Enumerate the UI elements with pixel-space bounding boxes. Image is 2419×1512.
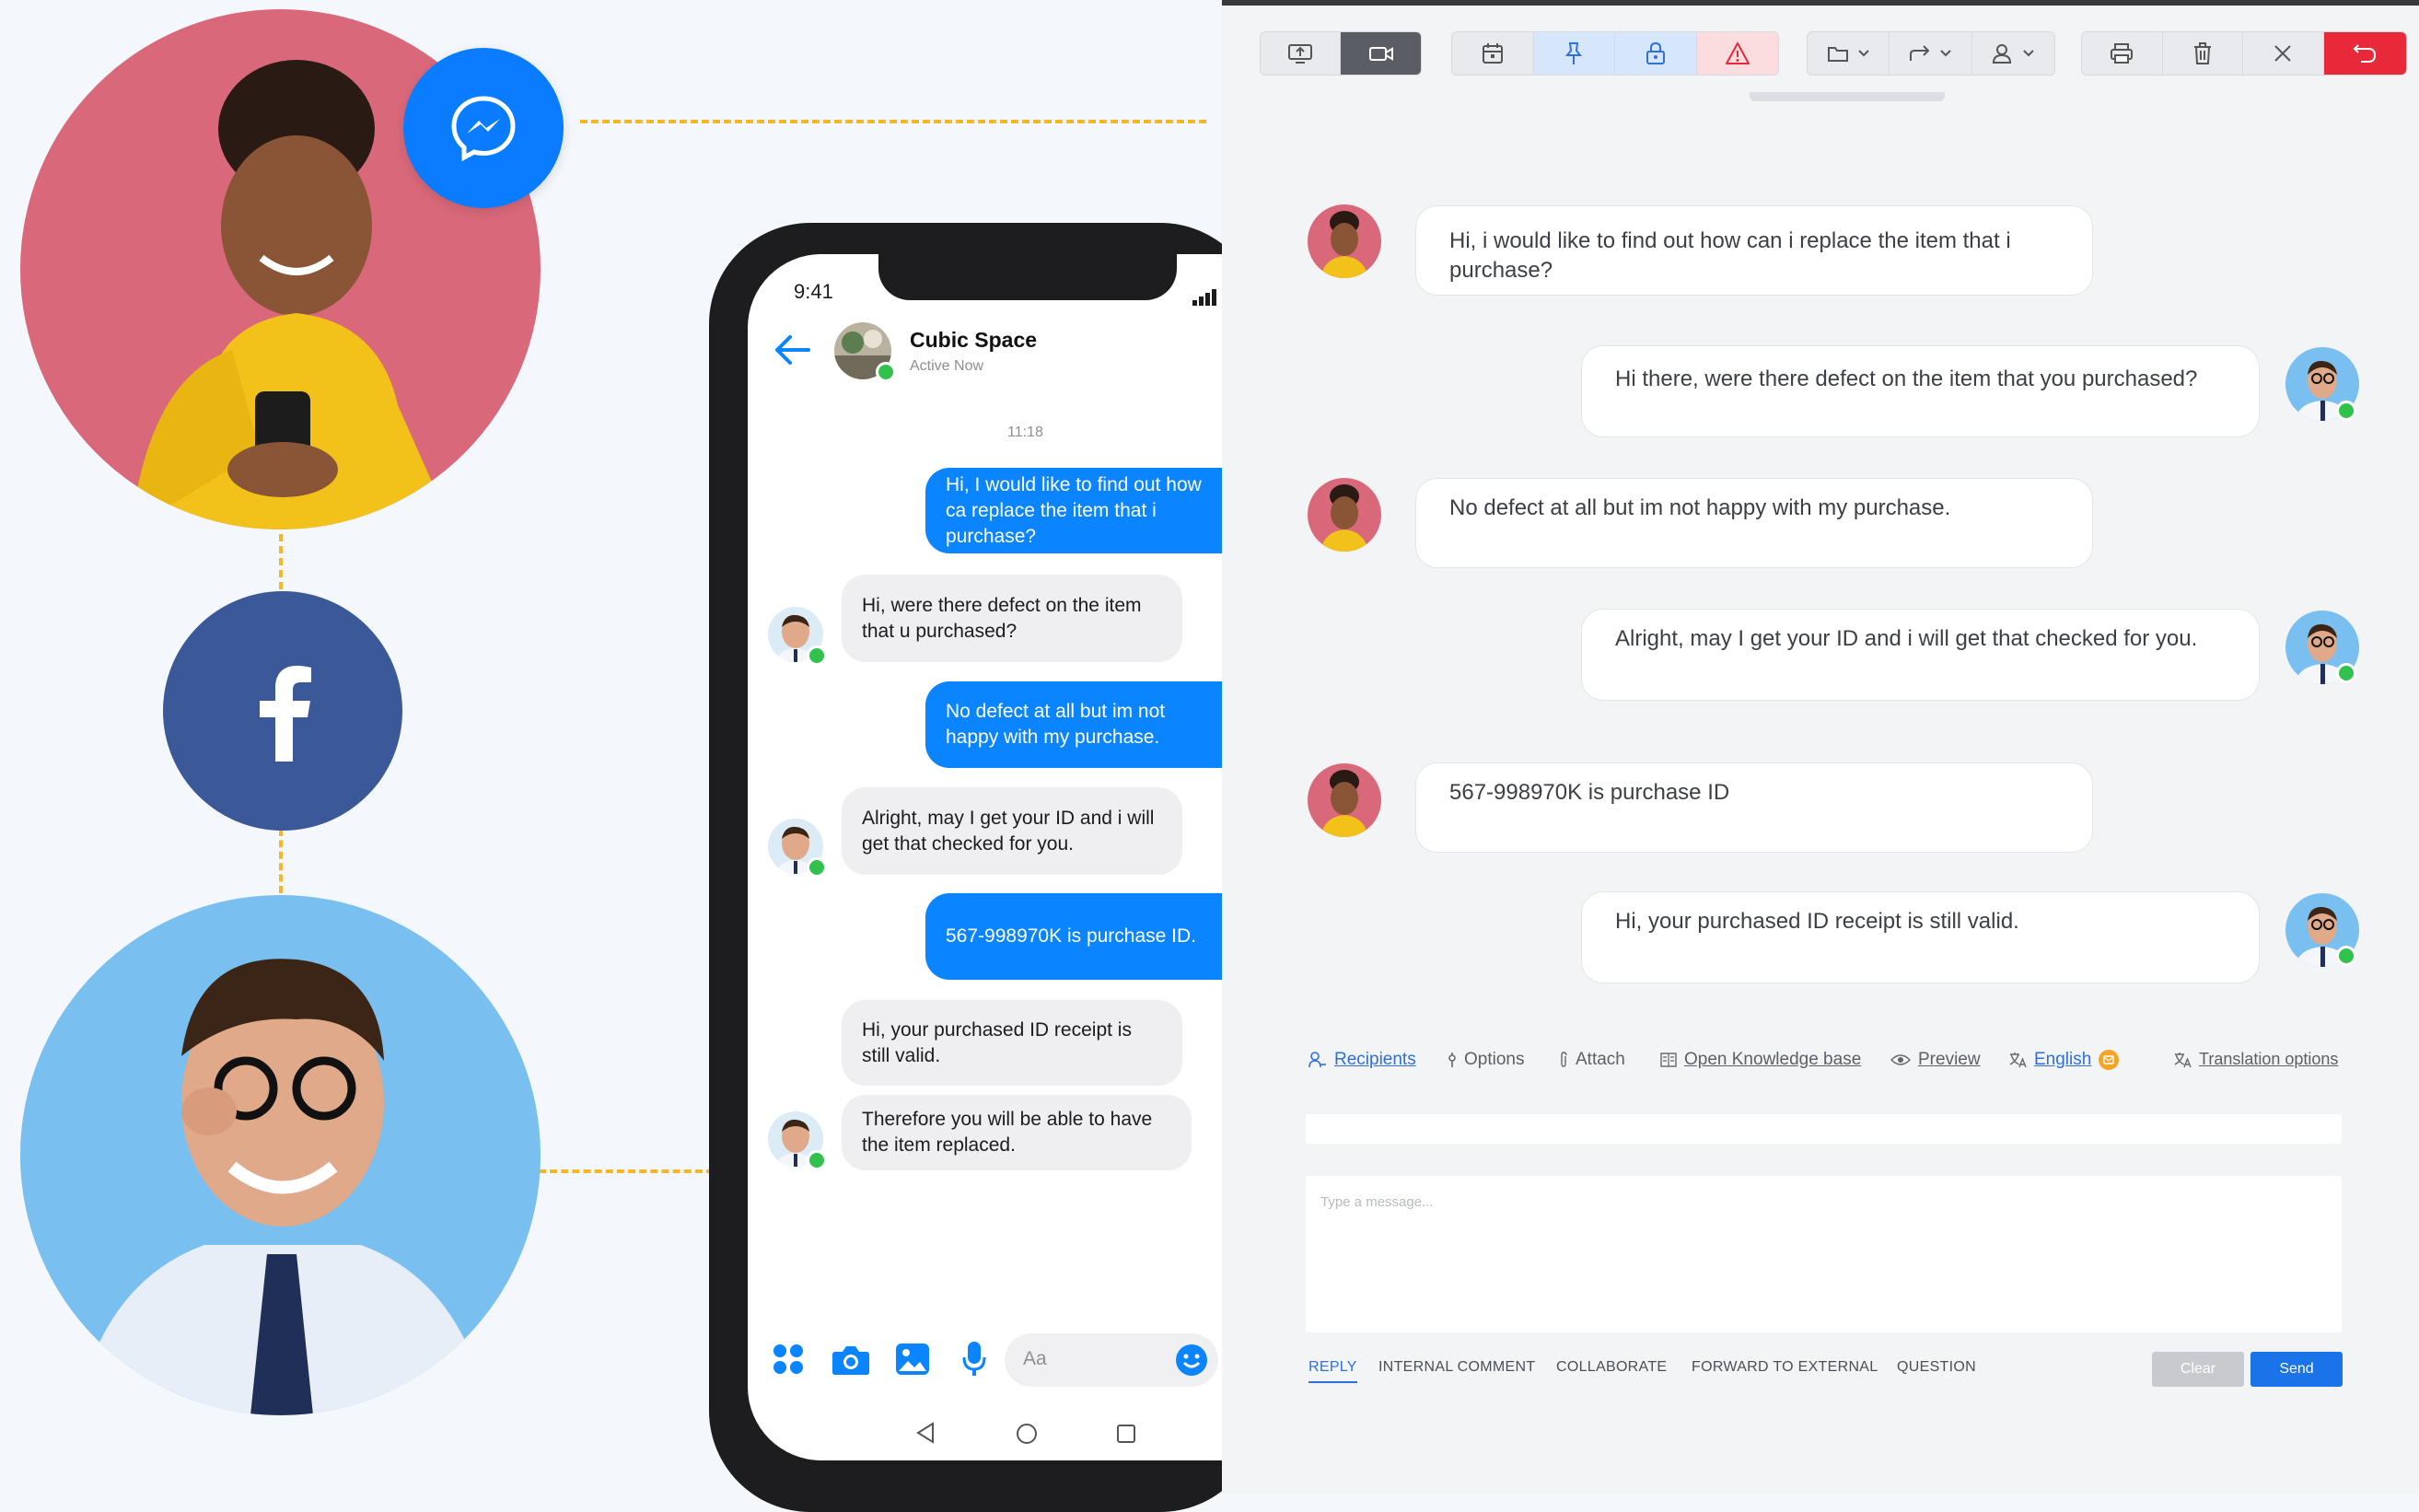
- clear-button[interactable]: Clear: [2152, 1352, 2244, 1387]
- tab-collaborate[interactable]: COLLABORATE: [1556, 1359, 1667, 1376]
- online-indicator: [807, 1150, 827, 1170]
- ticket-message-agent: Alright, may I get your ID and i will ge…: [1581, 609, 2260, 701]
- video-icon[interactable]: [1341, 32, 1421, 75]
- signal-icon: [1192, 289, 1218, 310]
- options-label: Options: [1464, 1050, 1525, 1069]
- recipients-icon: [1308, 1052, 1326, 1068]
- tab-forward-to-external[interactable]: FORWARD TO EXTERNAL: [1692, 1359, 1878, 1376]
- emoji-icon[interactable]: [1175, 1343, 1208, 1381]
- language-icon: [2009, 1053, 2027, 1068]
- phone-input-placeholder: Aa: [1023, 1348, 1047, 1369]
- tab-question[interactable]: QUESTION: [1897, 1359, 1976, 1376]
- knowledge-base-option[interactable]: Open Knowledge base: [1660, 1050, 1861, 1070]
- language-label: English: [2034, 1050, 2092, 1069]
- undo-icon[interactable]: [2323, 32, 2406, 75]
- customer-avatar: [1308, 478, 1381, 552]
- folder-icon[interactable]: [1808, 32, 1890, 75]
- send-button[interactable]: Send: [2250, 1352, 2343, 1387]
- camera-icon[interactable]: [832, 1343, 870, 1380]
- customer-avatar: [1308, 763, 1381, 837]
- microphone-icon[interactable]: [962, 1341, 986, 1382]
- connector-line: [539, 1169, 714, 1173]
- ticket-message-customer: 567-998970K is purchase ID: [1415, 762, 2093, 853]
- monitor-upload-icon[interactable]: [1261, 32, 1341, 75]
- ticket-message-customer: Hi, i would like to find out how can i r…: [1415, 205, 2093, 296]
- calendar-icon[interactable]: [1452, 32, 1534, 75]
- phone-message-agent: Hi, your purchased ID receipt is still v…: [842, 1000, 1182, 1086]
- warning-icon[interactable]: [1696, 32, 1778, 75]
- online-indicator: [2336, 946, 2356, 966]
- message-composer[interactable]: Type a message...: [1306, 1176, 2342, 1332]
- tab-internal-comment[interactable]: INTERNAL COMMENT: [1378, 1359, 1535, 1376]
- online-indicator: [807, 646, 827, 666]
- status-time: 9:41: [794, 280, 833, 303]
- composer-placeholder: Type a message...: [1320, 1194, 1434, 1210]
- online-indicator: [2336, 663, 2356, 683]
- ticket-message-agent: Hi there, were there defect on the item …: [1581, 345, 2260, 437]
- pin-icon[interactable]: [1533, 32, 1615, 75]
- online-indicator: [2336, 401, 2356, 421]
- language-option[interactable]: English: [2008, 1050, 2120, 1070]
- lock-icon[interactable]: [1615, 32, 1697, 75]
- toolbar-group-window: [2081, 31, 2407, 76]
- trash-icon[interactable]: [2163, 32, 2243, 75]
- attach-label: Attach: [1576, 1050, 1625, 1069]
- book-icon: [1660, 1053, 1677, 1067]
- chat-timestamp: 11:18: [1007, 425, 1043, 440]
- print-icon[interactable]: [2082, 32, 2163, 75]
- drag-handle[interactable]: [1750, 92, 1945, 101]
- tab-reply[interactable]: REPLY: [1308, 1359, 1357, 1383]
- ticket-message-customer: No defect at all but im not happy with m…: [1415, 478, 2093, 568]
- forward-icon[interactable]: [1890, 32, 1972, 75]
- toolbar-group-actions: [1807, 31, 2055, 76]
- apps-icon[interactable]: [772, 1343, 805, 1380]
- connector-line: [279, 829, 283, 893]
- customer-avatar: [1308, 204, 1381, 278]
- connector-line: [279, 534, 283, 589]
- language-status-icon: [2099, 1050, 2120, 1070]
- options-option[interactable]: Options: [1448, 1050, 1524, 1070]
- ticket-message-agent: Hi, your purchased ID receipt is still v…: [1581, 891, 2260, 983]
- preview-option[interactable]: Preview: [1890, 1050, 1981, 1070]
- agent-photo: [20, 895, 541, 1415]
- phone-message-customer: 567-998970K is purchase ID.: [925, 893, 1222, 980]
- recipients-field[interactable]: [1306, 1114, 2342, 1144]
- connector-line: [580, 120, 1206, 123]
- nav-back-icon[interactable]: [915, 1422, 936, 1448]
- eye-icon: [1890, 1054, 1911, 1065]
- options-icon: [1448, 1053, 1456, 1067]
- attach-icon: [1561, 1052, 1567, 1067]
- attach-option[interactable]: Attach: [1559, 1050, 1625, 1070]
- knowledge-base-label: Open Knowledge base: [1684, 1050, 1862, 1069]
- phone-message-customer: No defect at all but im not happy with m…: [925, 681, 1222, 768]
- contact-name: Cubic Space: [910, 328, 1038, 352]
- translation-options-option[interactable]: Translation options: [2173, 1050, 2338, 1069]
- phone-message-agent: Hi, were there defect on the item that u…: [842, 575, 1182, 662]
- messenger-icon: [403, 48, 564, 208]
- phone-notch: [878, 254, 1177, 300]
- preview-label: Preview: [1918, 1050, 1981, 1069]
- facebook-icon: [163, 591, 402, 831]
- assign-user-icon[interactable]: [1972, 32, 2054, 75]
- toolbar-group-view: [1260, 31, 1422, 76]
- toolbar-group-status: [1451, 31, 1779, 76]
- nav-recents-icon[interactable]: [1116, 1424, 1136, 1448]
- gallery-icon[interactable]: [895, 1343, 930, 1380]
- phone-message-agent: Therefore you will be able to have the i…: [842, 1095, 1192, 1170]
- phone-message-customer: Hi, I would like to find out how ca repl…: [925, 468, 1222, 553]
- online-indicator: [876, 362, 896, 382]
- contact-status: Active Now: [910, 358, 984, 374]
- online-indicator: [807, 857, 827, 878]
- recipients-option[interactable]: Recipients: [1308, 1050, 1416, 1070]
- recipients-label: Recipients: [1334, 1050, 1416, 1069]
- translate-icon: [2174, 1052, 2192, 1067]
- phone-message-agent: Alright, may I get your ID and i will ge…: [842, 787, 1182, 875]
- translation-options-label: Translation options: [2199, 1050, 2339, 1068]
- close-icon[interactable]: [2243, 32, 2324, 75]
- back-arrow-icon[interactable]: [773, 333, 810, 371]
- nav-home-icon[interactable]: [1016, 1423, 1038, 1449]
